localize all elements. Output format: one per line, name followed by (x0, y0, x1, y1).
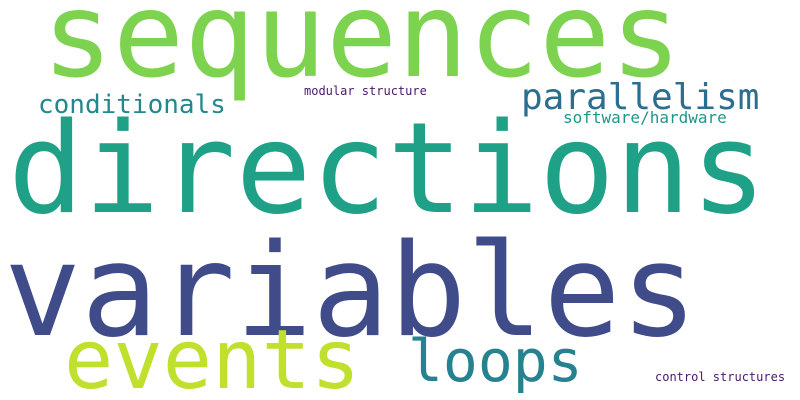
word-control-structures: control structures (655, 370, 786, 384)
word-software-hardware: software/hardware (563, 108, 727, 127)
word-modular-structure: modular structure (304, 84, 427, 98)
word-events: events (64, 313, 361, 400)
word-loops: loops (408, 327, 583, 395)
word-cloud: sequences directions variables events lo… (0, 0, 800, 400)
word-conditionals: conditionals (38, 90, 226, 120)
